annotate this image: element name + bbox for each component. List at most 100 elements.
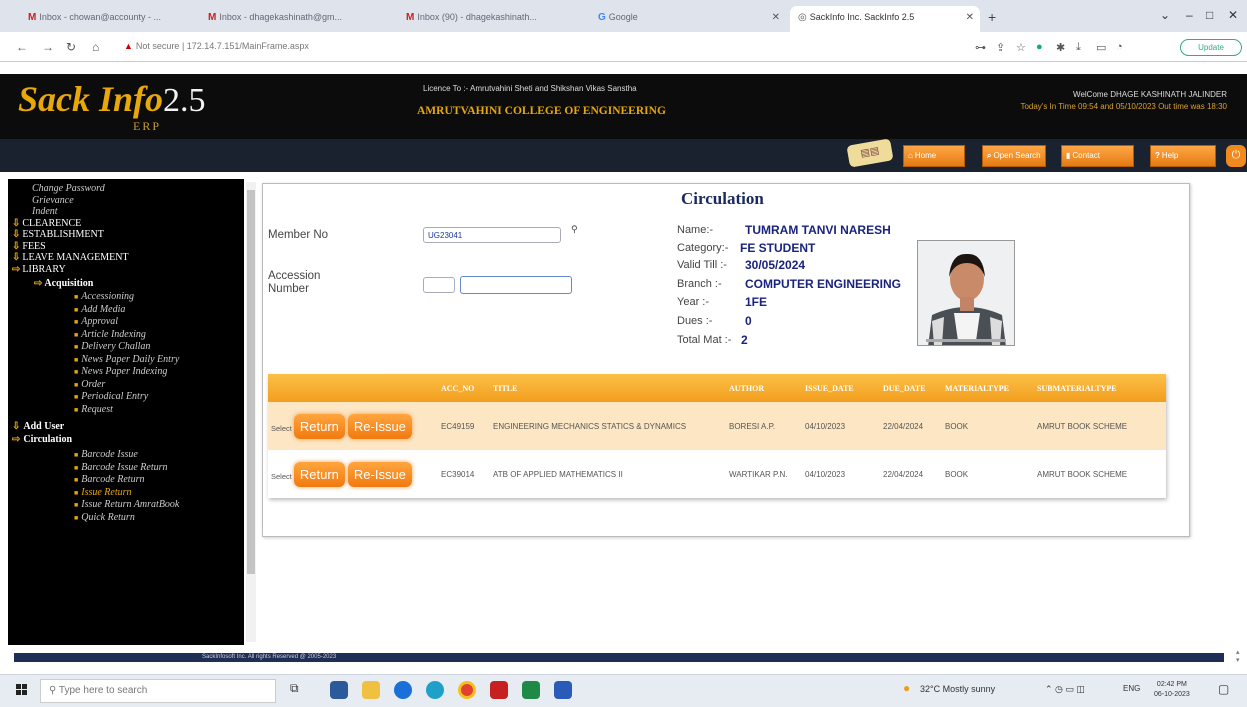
close-icon[interactable]: ✕	[772, 12, 780, 23]
sidebar-item-delivery-challan[interactable]: ■ Delivery Challan	[8, 341, 244, 354]
sidebar-item-request[interactable]: ■ Request	[8, 404, 244, 417]
return-button[interactable]: Return	[293, 413, 345, 439]
file-explorer-icon[interactable]	[362, 681, 380, 699]
taskbar-clock[interactable]: 02:42 PM 06-10-2023	[1154, 680, 1190, 700]
sidebar-item-article-indexing[interactable]: ■ Article Indexing	[8, 329, 244, 342]
taskbar-search-input[interactable]: ⚲ Type here to search	[40, 679, 276, 703]
share-icon[interactable]: ⇪	[996, 41, 1005, 54]
member-no-input[interactable]: UG23041	[423, 227, 561, 243]
word-icon[interactable]	[554, 681, 572, 699]
sidebar-link-indent[interactable]: Indent	[8, 206, 244, 218]
minimize-icon[interactable]: –	[1186, 8, 1193, 22]
reissue-button[interactable]: Re-Issue	[347, 461, 412, 487]
sidebar-item-news-paper-daily-entry[interactable]: ■ News Paper Daily Entry	[8, 354, 244, 367]
power-icon[interactable]: ⏻	[1226, 145, 1246, 167]
detail-value-valid-till: 30/05/2024	[745, 258, 806, 272]
select-link[interactable]: Select	[271, 472, 292, 481]
excel-icon[interactable]	[522, 681, 540, 699]
forward-icon[interactable]: →	[42, 40, 54, 54]
sidebar-item-news-paper-indexing[interactable]: ■ News Paper Indexing	[8, 366, 244, 379]
browser-tab-3[interactable]: M Inbox (90) - dhagekashinath...	[398, 6, 588, 32]
sidebar-menu-clearence[interactable]: ⇩ CLEARENCE	[8, 218, 244, 230]
sidebar-item-quick-return[interactable]: ■ Quick Return	[8, 512, 244, 525]
help-icon: ?	[1155, 151, 1160, 160]
sidepanel-icon[interactable]: ▭	[1096, 41, 1106, 54]
sidebar-item-issue-return[interactable]: ■ Issue Return	[8, 487, 244, 500]
teams-icon[interactable]	[394, 681, 412, 699]
sidebar-item-accessioning[interactable]: ■ Accessioning	[8, 291, 244, 304]
reissue-button[interactable]: Re-Issue	[347, 413, 412, 439]
windows-start-icon[interactable]	[16, 684, 28, 696]
sidebar-scrollbar[interactable]	[246, 182, 256, 642]
chrome-icon[interactable]	[458, 681, 476, 699]
maximize-icon[interactable]: □	[1206, 8, 1213, 22]
row-actions: Select Return Re-Issue	[268, 402, 438, 450]
open-search-button[interactable]: ⌕ Open Search	[982, 145, 1046, 167]
url-field[interactable]: ▲ Not secure | 172.14.7.151/MainFrame.asp…	[118, 37, 948, 57]
sidebar-menu-library[interactable]: ⇨ LIBRARY	[8, 264, 244, 276]
sidebar-link-grievance[interactable]: Grievance	[8, 195, 244, 207]
gmail-icon: M	[406, 12, 415, 23]
help-button[interactable]: ? Help	[1150, 145, 1216, 167]
scrollbar-thumb[interactable]	[247, 190, 255, 574]
accession-number-input[interactable]	[460, 276, 572, 294]
browser-tab-1[interactable]: M Inbox - chowan@accounty - ...	[20, 6, 198, 32]
sidebar-item-periodical-entry[interactable]: ■ Periodical Entry	[8, 391, 244, 404]
weather-text[interactable]: 32°C Mostly sunny	[920, 684, 995, 694]
header-author: AUTHOR	[726, 374, 802, 402]
sidebar-item-order[interactable]: ■ Order	[8, 379, 244, 392]
task-view-icon[interactable]: ⧉	[290, 681, 308, 699]
sidebar-item-add-media[interactable]: ■ Add Media	[8, 304, 244, 317]
sidebar-item-issue-return-amratbook[interactable]: ■ Issue Return AmratBook	[8, 499, 244, 512]
reload-icon[interactable]: ↻	[66, 40, 76, 54]
page-scroll-arrows[interactable]: ▴ ▾	[1236, 648, 1240, 664]
sidebar-link-change-password[interactable]: Change Password	[8, 183, 244, 195]
home-icon[interactable]: ⌂	[92, 40, 99, 54]
taskbar: ⚲ Type here to search ⧉ ● 32°C Mostly su…	[0, 674, 1247, 707]
sidebar-item-barcode-return[interactable]: ■ Barcode Return	[8, 474, 244, 487]
warning-icon: ▲	[124, 41, 133, 51]
sidebar-menu-fees[interactable]: ⇩ FEES	[8, 241, 244, 253]
sidebar-sub-circulation[interactable]: ⇨ Circulation	[8, 433, 244, 446]
issued-books-table: ACC_NO TITLE AUTHOR ISSUE_DATE DUE_DATE …	[268, 374, 1166, 498]
bullet-icon: ■	[74, 355, 79, 364]
tab-search-icon[interactable]: ⌄	[1160, 8, 1170, 22]
sidebar-item-barcode-issue-return[interactable]: ■ Barcode Issue Return	[8, 462, 244, 475]
return-button[interactable]: Return	[293, 461, 345, 487]
sidebar-item-approval[interactable]: ■ Approval	[8, 316, 244, 329]
update-button[interactable]: Update	[1180, 39, 1242, 56]
download-icon[interactable]: ⤓	[1076, 41, 1081, 54]
detail-label-valid-till: Valid Till :-	[677, 259, 727, 271]
home-button[interactable]: ⌂ Home	[903, 145, 965, 167]
pdf-reader-icon[interactable]	[490, 681, 508, 699]
new-tab-icon[interactable]: +	[988, 9, 996, 25]
college-name: AMRUTVAHINI COLLEGE OF ENGINEERING	[417, 105, 666, 117]
close-window-icon[interactable]: ✕	[1228, 8, 1238, 22]
profile-icon[interactable]: ◔	[1116, 41, 1123, 53]
notifications-icon[interactable]: ▢	[1218, 682, 1229, 696]
extension-icon[interactable]: ●	[1036, 41, 1043, 53]
edge-icon[interactable]	[426, 681, 444, 699]
close-icon[interactable]: ✕	[966, 12, 974, 23]
search-icon[interactable]: ⚲	[571, 224, 578, 235]
browser-tab-2[interactable]: M Inbox - dhagekashinath@gm...	[200, 6, 396, 32]
select-link[interactable]: Select	[271, 424, 292, 433]
tray-icons[interactable]: ⌃ ◷ ▭ ◫	[1045, 684, 1085, 695]
puzzle-icon[interactable]: ✱	[1056, 41, 1065, 54]
language-indicator[interactable]: ENG	[1123, 684, 1140, 693]
sidebar-item-barcode-issue[interactable]: ■ Barcode Issue	[8, 449, 244, 462]
install-icon[interactable]: ⊶	[975, 41, 986, 54]
weather-icon[interactable]: ●	[903, 681, 910, 695]
globe-icon: ◎	[798, 12, 807, 23]
bookmark-star-icon[interactable]: ☆	[1016, 41, 1026, 54]
browser-tab-active[interactable]: ◎ SackInfo Inc. SackInfo 2.5 ✕	[790, 6, 980, 32]
back-icon[interactable]: ←	[16, 40, 28, 54]
browser-tab-4[interactable]: G Google ✕	[590, 6, 786, 32]
store-icon[interactable]	[330, 681, 348, 699]
sidebar-sub-acquisition[interactable]: ⇨ Acquisition	[8, 277, 244, 291]
sidebar-menu-leave-management[interactable]: ⇩ LEAVE MANAGEMENT	[8, 252, 244, 264]
contact-button[interactable]: ▮ Contact	[1061, 145, 1134, 167]
sidebar-menu-establishment[interactable]: ⇩ ESTABLISHMENT	[8, 229, 244, 241]
sidebar-item-add-user[interactable]: ⇩ Add User	[8, 420, 244, 433]
accession-prefix-input[interactable]	[423, 277, 455, 293]
